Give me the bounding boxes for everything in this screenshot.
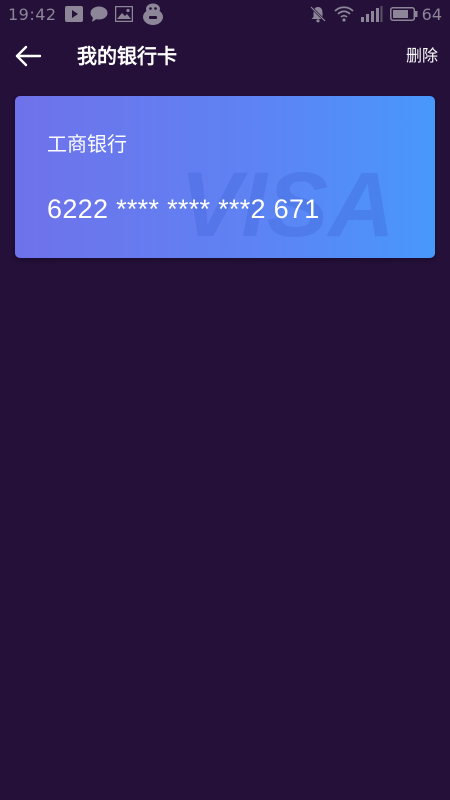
back-button[interactable]: [10, 40, 46, 72]
battery-icon: [389, 7, 418, 21]
bank-card-screen: 19:42 64 我的银行卡 删除 VISA 工商银行 6222 **** **…: [0, 0, 450, 800]
app-header: 我的银行卡 删除: [0, 28, 450, 84]
status-time: 19:42: [8, 4, 57, 24]
page-title: 我的银行卡: [77, 44, 177, 68]
arrow-left-icon: [15, 45, 42, 67]
notifications-off-icon: [309, 5, 327, 23]
status-bar-left: 19:42: [0, 0, 173, 28]
delete-button[interactable]: 删除: [406, 45, 438, 67]
image-icon: [114, 6, 133, 22]
status-bar: 19:42 64: [0, 0, 450, 28]
app-mascot-icon: [140, 2, 166, 26]
battery-level: 64: [421, 4, 442, 24]
bank-card[interactable]: VISA 工商银行 6222 **** **** ***2 671: [15, 96, 435, 258]
signal-icon: [360, 6, 383, 22]
wifi-icon: [334, 6, 354, 22]
chat-bubble-icon: [90, 6, 108, 22]
play-icon: [64, 6, 83, 22]
card-number: 6222 **** **** ***2 671: [47, 194, 320, 224]
status-bar-right: 64: [309, 0, 450, 28]
bank-name: 工商银行: [47, 132, 127, 156]
